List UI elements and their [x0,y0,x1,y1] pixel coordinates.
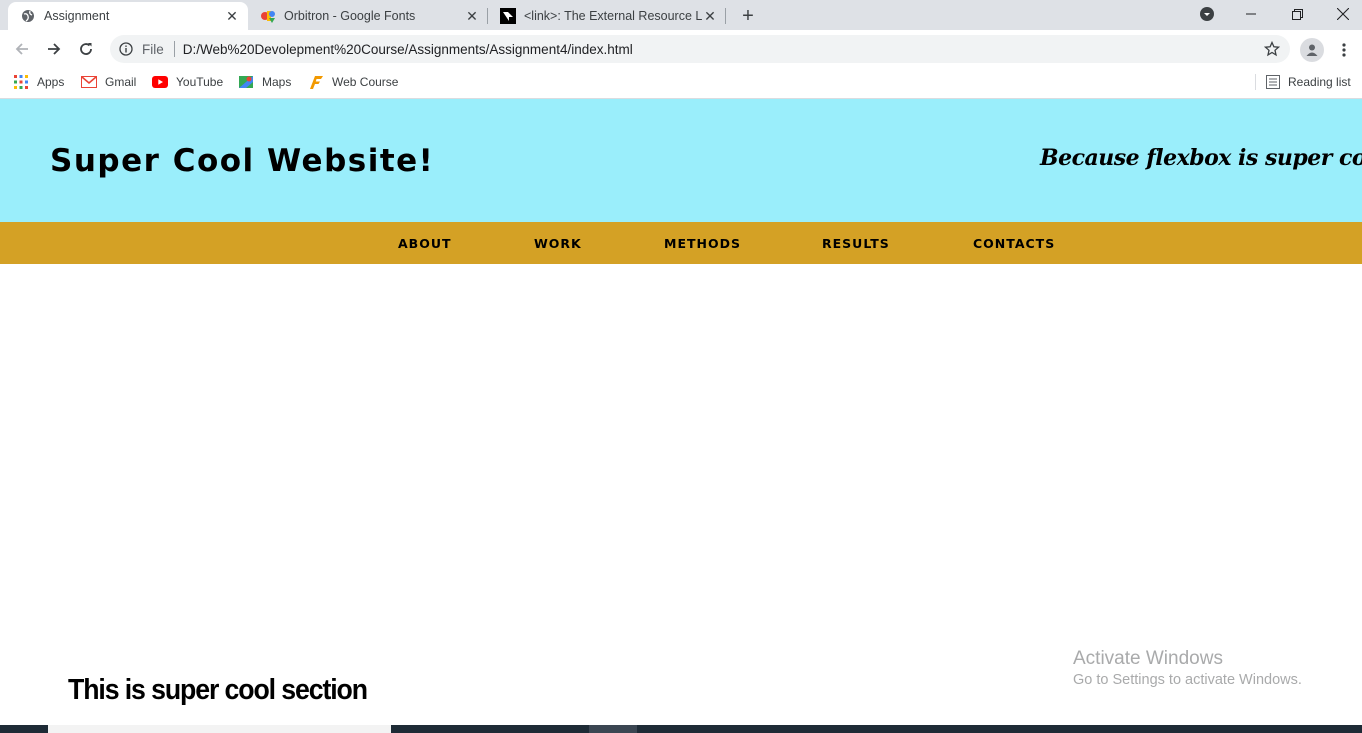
url-text[interactable]: D:/Web%20Devolepment%20Course/Assignment… [183,42,1260,57]
taskbar-app-button[interactable] [589,725,637,733]
site-nav: ABOUT WORK METHODS RESULTS CONTACTS [0,222,1362,264]
back-button[interactable] [9,36,35,62]
windows-taskbar [0,725,1362,733]
bookmark-apps[interactable]: Apps [13,72,64,92]
close-icon [1337,8,1349,20]
minimize-button[interactable] [1228,0,1274,28]
bookmark-youtube[interactable]: YouTube [152,72,223,92]
close-icon[interactable]: ✕ [224,8,240,24]
bookmark-label: Web Course [332,75,399,89]
restore-button[interactable] [1274,0,1320,28]
reload-icon [80,43,92,55]
maps-icon [239,76,253,88]
tab-title: Orbitron - Google Fonts [284,9,416,23]
scheme-label: File [142,41,164,57]
browser-menu-button[interactable] [1334,38,1354,62]
watermark-title: Activate Windows [1073,648,1223,669]
forward-button[interactable] [41,36,67,62]
bookmark-label: YouTube [176,75,224,89]
nav-link-contacts[interactable]: CONTACTS [973,236,1055,251]
reading-list-button[interactable]: Reading list [1266,72,1351,92]
section-heading: This is super cool section [68,674,368,706]
person-icon [1306,44,1318,56]
new-tab-button[interactable]: + [736,4,760,28]
profile-avatar[interactable] [1300,38,1324,62]
site-title: Super Cool Website! [50,143,435,179]
nav-link-results[interactable]: RESULTS [822,236,890,251]
tab-strip: Assignment ✕ Orbitron - Google Fonts ✕ <… [0,0,1362,30]
bookmark-label: Maps [262,75,292,89]
site-header: Super Cool Website! Because flexbox is s… [0,99,1362,222]
info-icon[interactable] [118,41,134,57]
chevron-down-icon [1200,7,1214,21]
reading-list-label: Reading list [1288,75,1351,89]
arrow-left-icon [15,43,28,55]
watermark-subtitle: Go to Settings to activate Windows. [1073,672,1302,688]
youtube-icon [152,76,168,88]
windows-activation-watermark: Activate Windows Go to Settings to activ… [1073,648,1302,688]
tab-mdn-link[interactable]: <link>: The External Resource Lin ✕ [488,2,726,30]
arrow-right-icon [48,43,61,55]
tab-title: <link>: The External Resource Lin [524,9,702,23]
site-tagline: Because flexbox is super cool! [1040,145,1362,171]
google-fonts-icon [260,8,276,24]
restore-icon [1291,8,1303,20]
web-course-icon [310,76,323,89]
mdn-icon [500,8,516,24]
address-bar[interactable]: File D:/Web%20Devolepment%20Course/Assig… [110,35,1290,63]
tab-separator [725,8,726,24]
minimize-icon [1246,13,1256,15]
browser-toolbar: File D:/Web%20Devolepment%20Course/Assig… [0,30,1362,68]
close-icon[interactable]: ✕ [702,8,718,24]
nav-link-about[interactable]: ABOUT [398,236,452,251]
nav-link-methods[interactable]: METHODS [664,236,741,251]
tab-search-button[interactable] [1184,0,1230,28]
tab-title: Assignment [44,9,110,23]
gmail-icon [81,76,97,88]
bookmark-web-course[interactable]: Web Course [308,72,398,92]
taskbar-search-box[interactable] [48,725,391,733]
nav-link-work[interactable]: WORK [534,236,582,251]
more-vert-icon [1342,43,1346,57]
bookmark-label: Apps [37,75,65,89]
apps-grid-icon [14,75,28,89]
tab-assignment[interactable]: Assignment ✕ [8,2,248,30]
close-window-button[interactable] [1320,0,1362,28]
star-icon[interactable] [1260,37,1284,61]
address-divider [173,41,175,57]
tab-orbitron[interactable]: Orbitron - Google Fonts ✕ [248,2,488,30]
globe-icon [20,8,36,24]
reload-button[interactable] [73,36,99,62]
bookmarks-bar: Apps Gmail YouTube Maps Web Course Readi… [0,68,1362,96]
bookmark-maps[interactable]: Maps [238,72,291,92]
bookmarks-divider [1255,74,1256,90]
bookmark-gmail[interactable]: Gmail [81,72,136,92]
close-icon[interactable]: ✕ [464,8,480,24]
bookmark-label: Gmail [105,75,137,89]
reading-list-icon [1266,75,1280,89]
